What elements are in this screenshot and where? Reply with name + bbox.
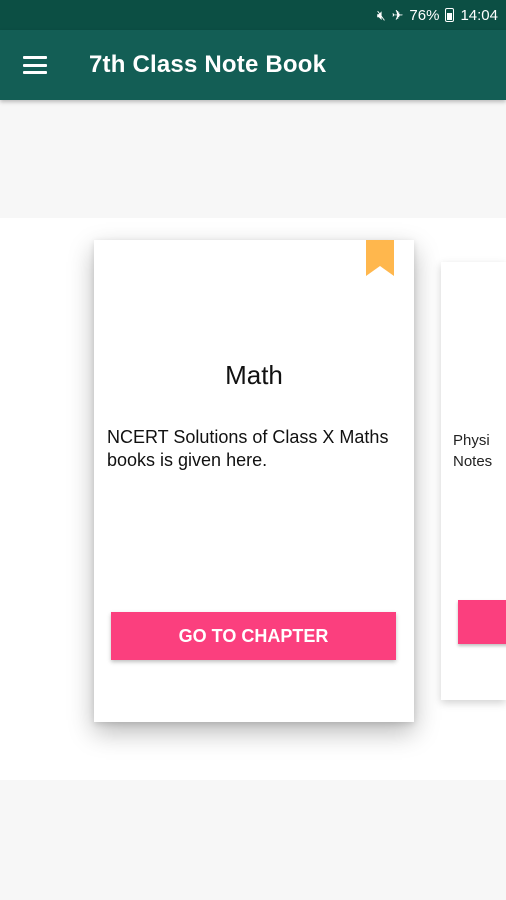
clock: 14:04 xyxy=(460,6,498,24)
airplane-icon: ✈ xyxy=(391,7,404,23)
volume-mute-icon: 🔇︎ xyxy=(376,7,386,23)
card-description: NCERT Solutions of Class X Maths books i… xyxy=(107,427,389,470)
app-title: 7th Class Note Book xyxy=(89,51,327,78)
app-bar: 7th Class Note Book xyxy=(0,30,506,100)
go-to-chapter-button[interactable] xyxy=(458,600,506,644)
battery-percent: 76% xyxy=(409,6,440,24)
card-description: Physi Notes xyxy=(453,432,493,470)
status-bar: 🔇︎ ✈ 76% 14:04 xyxy=(0,0,506,30)
bookmark-icon[interactable] xyxy=(366,240,394,276)
subject-card-physics[interactable]: Physi Notes xyxy=(441,262,506,700)
battery-icon xyxy=(445,8,455,22)
card-title: Math xyxy=(225,360,283,390)
go-to-chapter-button[interactable]: GO TO CHAPTER xyxy=(111,612,396,660)
hamburger-menu-icon[interactable] xyxy=(23,56,47,74)
subject-card-math[interactable]: Math NCERT Solutions of Class X Maths bo… xyxy=(94,240,414,722)
